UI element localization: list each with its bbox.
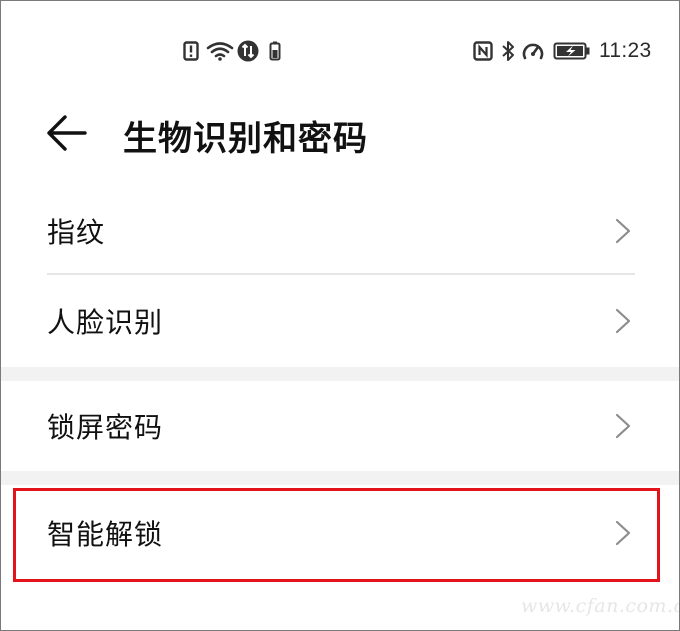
wifi-icon: [206, 41, 234, 61]
sim-icon: [269, 41, 281, 61]
section-gap: [1, 471, 679, 485]
chevron-right-icon: [615, 413, 631, 439]
nfc-icon: [473, 41, 493, 61]
speed-icon: [521, 41, 545, 61]
page-header: 生物识别和密码: [1, 101, 679, 165]
data-transfer-icon: [237, 40, 259, 62]
list-item-label: 指纹: [47, 216, 106, 249]
list-item-fingerprint[interactable]: 指纹: [1, 185, 679, 277]
chevron-right-icon: [615, 218, 631, 244]
section-gap: [1, 367, 679, 381]
chevron-right-icon: [615, 520, 631, 546]
list-item-label: 锁屏密码: [47, 411, 164, 444]
list-item-smart-unlock[interactable]: 智能解锁: [1, 485, 679, 581]
back-button[interactable]: [45, 113, 89, 153]
list-item-label: 智能解锁: [47, 518, 164, 551]
page-title: 生物识别和密码: [123, 119, 368, 159]
back-arrow-icon: [47, 115, 87, 151]
clock: 11:23: [599, 39, 652, 62]
list-item-label: 人脸识别: [47, 306, 164, 339]
watermark: www.cfan.com.cn: [521, 595, 680, 617]
list-item-lock-screen-password[interactable]: 锁屏密码: [1, 381, 679, 471]
status-bar: 11:23: [1, 31, 679, 71]
chevron-right-icon: [615, 308, 631, 334]
battery-icon: [553, 41, 591, 61]
list-item-face-recognition[interactable]: 人脸识别: [1, 275, 679, 367]
bluetooth-icon: [501, 41, 515, 61]
settings-screen: 11:23 生物识别和密码 指纹 人脸识别 锁屏密码 智能解锁 www.cfan…: [0, 0, 680, 631]
alert-icon: [183, 41, 199, 61]
